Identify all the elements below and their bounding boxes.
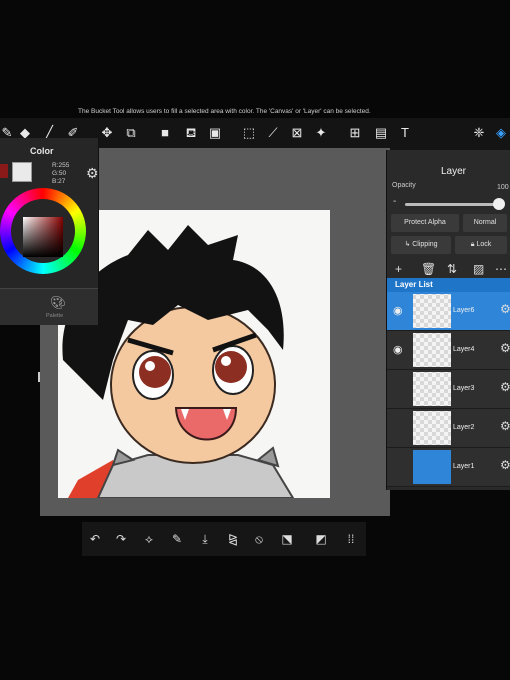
image-layer-icon[interactable]: ▨: [473, 262, 484, 276]
frame-icon[interactable]: ⊞: [346, 124, 364, 142]
visibility-eye-icon[interactable]: ◉: [393, 304, 403, 317]
layer-panel-title: Layer: [441, 166, 467, 177]
snap-off-icon[interactable]: ⦸: [250, 530, 268, 548]
palette-button[interactable]: 🎨︎ Palette: [0, 288, 98, 325]
primary-color-swatch[interactable]: [0, 164, 8, 178]
layer-name: Layer3: [453, 385, 475, 392]
cursor-mark: [38, 372, 40, 382]
secondary-color-swatch[interactable]: [12, 162, 32, 182]
layer-name: Layer1: [453, 463, 475, 470]
import-icon[interactable]: ⤓: [196, 530, 214, 548]
palette-icon: 🎨︎: [50, 295, 67, 310]
panel-icon[interactable]: ▤: [372, 124, 390, 142]
materials-icon[interactable]: ❈: [470, 124, 488, 142]
layer-row-layer1[interactable]: Layer1 ⚙: [387, 448, 510, 487]
rgb-b: B:27: [52, 178, 66, 185]
layer-thumbnail: [413, 294, 451, 328]
bottom-toolbar: ↶ ↷ ⟡ ✎ ⤓ ⧎ ⦸ ⬔ ◩ ⁞⁞: [82, 522, 366, 556]
layer-thumbnail: [413, 411, 451, 445]
brush-size-icon[interactable]: ✎: [168, 530, 186, 548]
lock-button[interactable]: 🔒︎ Lock: [455, 236, 507, 254]
layer-list-label: Layer List: [395, 280, 433, 289]
saturation-value-square[interactable]: [23, 217, 63, 257]
magic-wand-icon[interactable]: ✦: [312, 124, 330, 142]
fullscreen-icon[interactable]: ◩: [312, 530, 330, 548]
layer-settings-gear-icon[interactable]: ⚙: [500, 419, 510, 433]
hue-wheel-center: [11, 199, 75, 263]
lock-label: Lock: [476, 241, 492, 248]
layer-panel: Layer Opacity 100 - Protect Alpha Normal…: [386, 150, 510, 490]
fill-color-icon[interactable]: ■: [156, 124, 174, 142]
redo-icon[interactable]: ↷: [112, 530, 130, 548]
layer-more-icon[interactable]: ⋯: [495, 262, 507, 276]
layer-name: Layer4: [453, 346, 475, 353]
clipping-button[interactable]: ↳ Clipping: [391, 236, 451, 254]
transform-shape-icon[interactable]: ⟡: [140, 530, 158, 548]
select-icon[interactable]: ⬚: [240, 124, 258, 142]
opacity-decrease-button[interactable]: -: [393, 196, 396, 207]
text-icon[interactable]: T: [396, 124, 414, 142]
hue-wheel[interactable]: [0, 188, 86, 274]
transform-icon[interactable]: ⧉: [122, 124, 140, 142]
color-panel-title: Color: [30, 146, 54, 156]
layer-row-layer2[interactable]: Layer2 ⚙: [387, 409, 510, 448]
color-panel: Color R:255 G:50 B:27 ⚙ 🎨︎ Palette: [0, 138, 99, 325]
layer-settings-gear-icon[interactable]: ⚙: [500, 380, 510, 394]
opacity-slider[interactable]: [405, 203, 495, 206]
move-icon[interactable]: ✥: [98, 124, 116, 142]
flip-icon[interactable]: ⧎: [224, 530, 242, 548]
layer-settings-gear-icon[interactable]: ⚙: [500, 458, 510, 472]
rgb-readout: R:255 G:50 B:27: [52, 162, 69, 186]
delete-layer-icon[interactable]: 🗑︎: [421, 262, 436, 276]
edit-layer-icon[interactable]: ⬔: [278, 530, 296, 548]
opacity-slider-knob[interactable]: [493, 198, 505, 210]
protect-alpha-button[interactable]: Protect Alpha: [391, 214, 459, 232]
rgb-r: R:255: [52, 162, 70, 169]
opacity-value: 100: [497, 184, 509, 191]
tool-hint: The Bucket Tool allows users to fill a s…: [78, 108, 371, 115]
rgb-g: G:50: [52, 170, 67, 177]
eyedropper-icon[interactable]: ⟋: [264, 124, 282, 142]
layer-thumbnail: [413, 450, 451, 484]
layer-list-header: Layer List: [387, 278, 510, 292]
undo-icon[interactable]: ↶: [86, 530, 104, 548]
layer-name: Layer6: [453, 307, 475, 314]
grid-menu-icon[interactable]: ⁞⁞: [342, 530, 360, 548]
gradient-icon[interactable]: ▣: [206, 124, 224, 142]
ipad-screen: The Bucket Tool allows users to fill a s…: [0, 0, 510, 680]
layer-thumbnail: [413, 333, 451, 367]
layer-settings-gear-icon[interactable]: ⚙: [500, 302, 510, 316]
layer-row-layer6[interactable]: ◉ Layer6 ⚙: [387, 292, 510, 331]
blend-mode-select[interactable]: Normal: [463, 214, 507, 232]
layer-row-layer4[interactable]: ◉ Layer4 ⚙: [387, 331, 510, 370]
layer-settings-gear-icon[interactable]: ⚙: [500, 341, 510, 355]
palette-label: Palette: [46, 313, 64, 319]
layer-row-layer3[interactable]: Layer3 ⚙: [387, 370, 510, 409]
layers-icon[interactable]: ◈: [492, 124, 510, 142]
layer-name: Layer2: [453, 424, 475, 431]
clipping-label: Clipping: [412, 241, 438, 248]
bucket-icon[interactable]: ⛾: [182, 124, 200, 142]
reorder-layer-icon[interactable]: ⇅: [447, 262, 457, 276]
add-layer-icon[interactable]: +: [395, 262, 402, 276]
color-settings-gear-icon[interactable]: ⚙: [86, 165, 99, 182]
layer-thumbnail: [413, 372, 451, 406]
lasso-icon[interactable]: ⊠: [288, 124, 306, 142]
visibility-eye-icon[interactable]: ◉: [393, 343, 403, 356]
opacity-label: Opacity: [392, 182, 416, 189]
